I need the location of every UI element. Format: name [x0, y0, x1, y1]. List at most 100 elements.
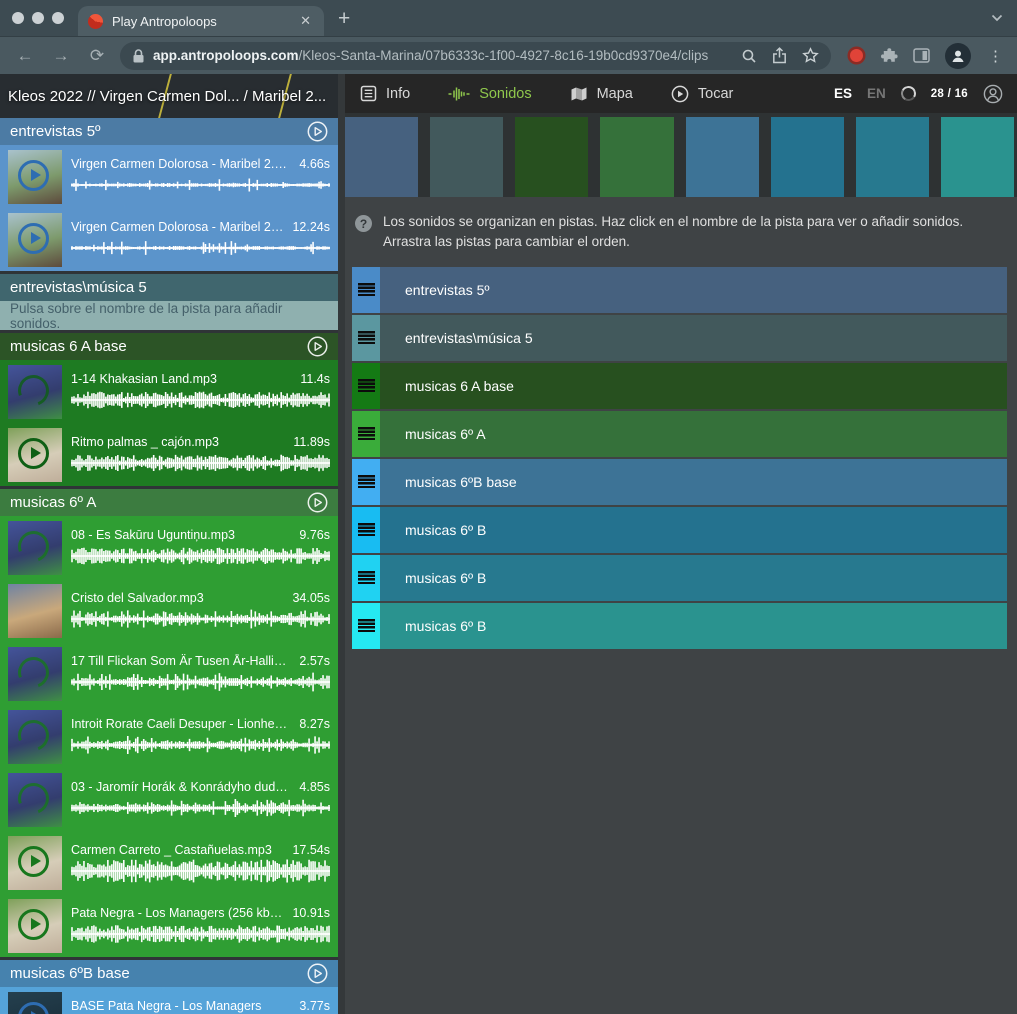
track-section-header[interactable]: musicas 6ºB base [0, 960, 338, 987]
track-row[interactable]: entrevistas\música 5 [352, 315, 1007, 361]
track-row-body[interactable]: musicas 6º B [380, 555, 1007, 601]
drag-handle[interactable] [352, 459, 380, 505]
track-color-swatch[interactable] [771, 117, 844, 197]
track-row-body[interactable]: entrevistas 5º [380, 267, 1007, 313]
drag-handle[interactable] [352, 363, 380, 409]
clip-thumbnail[interactable] [8, 992, 62, 1014]
track-color-swatch[interactable] [941, 117, 1014, 197]
window-close-icon[interactable] [12, 12, 24, 24]
profile-avatar[interactable] [945, 43, 971, 69]
clip-thumbnail[interactable] [8, 428, 62, 482]
forward-icon[interactable]: → [48, 47, 74, 64]
browser-tab[interactable]: Play Antropoloops ✕ [78, 6, 324, 36]
tab-sonidos[interactable]: Sonidos [448, 86, 531, 102]
clip-row[interactable]: 1-14 Khakasian Land.mp311.4s [0, 360, 338, 423]
window-controls[interactable] [12, 12, 64, 24]
track-section-header[interactable]: entrevistas\música 5 [0, 274, 338, 301]
track-row-body[interactable]: musicas 6º A [380, 411, 1007, 457]
track-row-body[interactable]: musicas 6 A base [380, 363, 1007, 409]
address-input[interactable]: app.antropoloops.com/Kleos-Santa-Marina/… [120, 42, 831, 70]
new-tab-button[interactable]: + [338, 8, 350, 29]
play-icon[interactable] [18, 160, 49, 191]
track-row[interactable]: musicas 6ºB base [352, 459, 1007, 505]
track-row[interactable]: musicas 6 A base [352, 363, 1007, 409]
track-color-swatch[interactable] [345, 117, 418, 197]
record-extension-icon[interactable] [850, 49, 863, 62]
lang-es-button[interactable]: ES [834, 86, 852, 101]
clip-row[interactable]: 08 - Es Sakūru Uguntiņu.mp39.76s [0, 516, 338, 579]
clip-thumbnail[interactable] [8, 150, 62, 204]
track-row[interactable]: musicas 6º B [352, 507, 1007, 553]
account-icon[interactable] [983, 84, 1003, 104]
clip-row[interactable]: Introit Rorate Caeli Desuper - Lionheart… [0, 705, 338, 768]
clip-thumbnail[interactable] [8, 365, 62, 419]
drag-handle[interactable] [352, 507, 380, 553]
clip-thumbnail[interactable] [8, 521, 62, 575]
back-icon[interactable]: ← [12, 47, 38, 64]
window-zoom-icon[interactable] [52, 12, 64, 24]
play-icon[interactable] [18, 1002, 49, 1014]
play-track-icon[interactable] [307, 492, 328, 513]
track-row[interactable]: entrevistas 5º [352, 267, 1007, 313]
drag-handle[interactable] [352, 411, 380, 457]
clip-thumbnail[interactable] [8, 836, 62, 890]
track-color-swatch[interactable] [856, 117, 929, 197]
tab-close-icon[interactable]: ✕ [297, 13, 314, 29]
drag-handle[interactable] [352, 603, 380, 649]
track-row-body[interactable]: musicas 6ºB base [380, 459, 1007, 505]
clip-row[interactable]: Pata Negra - Los Managers (256 kbps).mp3… [0, 894, 338, 957]
clip-row[interactable]: Cristo del Salvador.mp334.05s [0, 579, 338, 642]
clip-row[interactable]: Virgen Carmen Dolorosa - Maribel 2.mp312… [0, 208, 338, 271]
track-color-swatch[interactable] [515, 117, 588, 197]
track-section-header[interactable]: musicas 6 A base [0, 333, 338, 360]
track-section-header[interactable]: entrevistas 5º [0, 118, 338, 145]
extensions-puzzle-icon[interactable] [881, 47, 898, 64]
clip-thumbnail[interactable] [8, 710, 62, 764]
play-track-icon[interactable] [307, 963, 328, 984]
clip-thumbnail[interactable] [8, 899, 62, 953]
window-minimize-icon[interactable] [32, 12, 44, 24]
side-panel-icon[interactable] [913, 48, 930, 63]
tab-info[interactable]: Info [360, 85, 410, 102]
breadcrumb[interactable]: Kleos 2022 // Virgen Carmen Dol... / Mar… [0, 74, 338, 118]
track-row-body[interactable]: entrevistas\música 5 [380, 315, 1007, 361]
track-section-header[interactable]: musicas 6º A [0, 489, 338, 516]
clip-row[interactable]: Carmen Carreto _ Castañuelas.mp317.54s [0, 831, 338, 894]
bookmark-star-icon[interactable] [802, 47, 819, 64]
track-color-swatch[interactable] [600, 117, 673, 197]
tab-tocar[interactable]: Tocar [671, 85, 733, 103]
clip-row[interactable]: 03 - Jaromír Horák & Konrádyho dudácká .… [0, 768, 338, 831]
zoom-icon[interactable] [741, 48, 757, 64]
play-icon[interactable] [18, 909, 49, 940]
track-name: musicas 6º B [405, 570, 486, 586]
tab-mapa[interactable]: Mapa [570, 86, 633, 102]
track-color-swatch[interactable] [686, 117, 759, 197]
clip-thumbnail[interactable] [8, 647, 62, 701]
play-icon[interactable] [18, 223, 49, 254]
play-track-icon[interactable] [307, 336, 328, 357]
clip-row[interactable]: BASE Pata Negra - Los Managers3.77s [0, 987, 338, 1014]
clip-row[interactable]: Ritmo palmas _ cajón.mp311.89s [0, 423, 338, 486]
track-row-body[interactable]: musicas 6º B [380, 507, 1007, 553]
clip-row[interactable]: Virgen Carmen Dolorosa - Maribel 2.mp34.… [0, 145, 338, 208]
share-icon[interactable] [772, 47, 787, 64]
track-row-body[interactable]: musicas 6º B [380, 603, 1007, 649]
track-row[interactable]: musicas 6º B [352, 555, 1007, 601]
drag-handle[interactable] [352, 555, 380, 601]
drag-handle[interactable] [352, 267, 380, 313]
reload-icon[interactable]: ⟳ [84, 47, 110, 64]
clip-thumbnail[interactable] [8, 213, 62, 267]
browser-menu-icon[interactable]: ⋮ [986, 47, 1005, 65]
play-track-icon[interactable] [307, 121, 328, 142]
clip-thumbnail[interactable] [8, 773, 62, 827]
lang-en-button[interactable]: EN [867, 86, 886, 101]
clip-row[interactable]: 17 Till Flickan Som Är Tusen År-Halling … [0, 642, 338, 705]
track-row[interactable]: musicas 6º A [352, 411, 1007, 457]
play-icon[interactable] [18, 846, 49, 877]
track-color-swatch[interactable] [430, 117, 503, 197]
drag-handle[interactable] [352, 315, 380, 361]
clip-thumbnail[interactable] [8, 584, 62, 638]
track-row[interactable]: musicas 6º B [352, 603, 1007, 649]
play-icon[interactable] [18, 438, 49, 469]
tab-search-chevron-icon[interactable] [991, 14, 1003, 22]
